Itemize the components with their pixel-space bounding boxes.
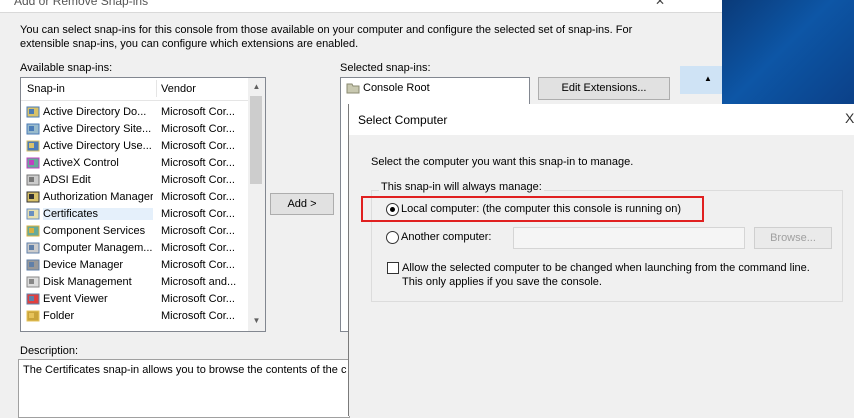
list-item[interactable]: Console Root	[341, 80, 569, 97]
snapin-name: Active Directory Site...	[43, 123, 152, 135]
list-item[interactable]: Active Directory Site... Microsoft Cor...	[21, 121, 249, 138]
disk-management-icon	[26, 276, 40, 288]
list-item[interactable]: ActiveX Control Microsoft Cor...	[21, 155, 249, 172]
list-item[interactable]: Disk Management Microsoft and...	[21, 274, 249, 291]
list-item[interactable]: Computer Managem... Microsoft Cor...	[21, 240, 249, 257]
dialog-title-bar: Select Computer X	[349, 104, 854, 135]
available-snapins-label: Available snap-ins:	[20, 62, 113, 74]
column-separator[interactable]	[156, 80, 157, 97]
list-item[interactable]: ADSI Edit Microsoft Cor...	[21, 172, 249, 189]
scroll-up-icon[interactable]: ▲	[704, 74, 712, 83]
computer-management-icon	[26, 242, 40, 254]
list-item[interactable]: Device Manager Microsoft Cor...	[21, 257, 249, 274]
available-snapins-list[interactable]: Snap-in Vendor Active Directory Do... Mic…	[20, 77, 266, 332]
snapin-name: Device Manager	[43, 259, 124, 271]
list-item[interactable]: Active Directory Do... Microsoft Cor...	[21, 104, 249, 121]
activex-icon	[26, 157, 40, 169]
column-header-vendor[interactable]: Vendor	[161, 83, 196, 95]
description-label: Description:	[20, 345, 79, 357]
another-computer-input[interactable]	[513, 227, 745, 249]
another-computer-label[interactable]: Another computer:	[401, 231, 492, 243]
snapin-name: ActiveX Control	[43, 157, 119, 169]
close-icon[interactable]: X	[845, 110, 854, 126]
window-title: Add or Remove Snap-ins	[14, 0, 149, 8]
allow-change-checkbox[interactable]	[387, 262, 399, 274]
snapin-name: Event Viewer	[43, 293, 108, 305]
snapin-vendor: Microsoft Cor...	[161, 157, 235, 169]
edit-extensions-button[interactable]: Edit Extensions...	[538, 77, 670, 100]
list-item[interactable]: Authorization Manager Microsoft Cor...	[21, 189, 249, 206]
title-bar: Add or Remove Snap-ins ✕	[0, 0, 722, 13]
snapin-vendor: Microsoft Cor...	[161, 208, 235, 220]
folder-icon	[346, 83, 360, 94]
ad-domains-icon	[26, 106, 40, 118]
snapin-vendor: Microsoft Cor...	[161, 191, 235, 203]
snapin-name: Disk Management	[43, 276, 132, 288]
snapin-vendor: Microsoft Cor...	[161, 140, 235, 152]
console-root-label: Console Root	[363, 82, 430, 94]
snapin-vendor: Microsoft Cor...	[161, 293, 235, 305]
highlight-annotation	[361, 196, 704, 222]
certificates-icon	[26, 208, 40, 220]
allow-change-label[interactable]: Allow the selected computer to be change…	[402, 261, 832, 289]
snapin-vendor: Microsoft Cor...	[161, 242, 235, 254]
snapin-vendor: Microsoft Cor...	[161, 123, 235, 135]
close-icon[interactable]: ✕	[655, 0, 671, 10]
adsi-icon	[26, 174, 40, 186]
description-box: The Certificates snap-in allows you to b…	[18, 359, 350, 418]
snapin-vendor: Microsoft Cor...	[161, 106, 235, 118]
snapin-vendor: Microsoft Cor...	[161, 259, 235, 271]
event-viewer-icon	[26, 293, 40, 305]
list-item[interactable]: Active Directory Use... Microsoft Cor...	[21, 138, 249, 155]
column-header-snapin[interactable]: Snap-in	[27, 83, 65, 95]
selected-snapins-label: Selected snap-ins:	[340, 62, 431, 74]
list-item[interactable]: Folder Microsoft Cor...	[21, 308, 249, 325]
dialog-title: Select Computer	[358, 113, 448, 127]
dialog-prompt: Select the computer you want this snap-i…	[371, 156, 634, 168]
group-label: This snap-in will always manage:	[379, 181, 544, 193]
desktop-background	[722, 0, 854, 112]
browse-button[interactable]: Browse...	[754, 227, 832, 249]
snapin-name: Computer Managem...	[43, 242, 153, 254]
snapin-name: Active Directory Do...	[43, 106, 147, 118]
select-computer-dialog: Select Computer X Select the computer yo…	[348, 104, 854, 416]
folder-icon	[26, 310, 40, 322]
ad-sites-icon	[26, 123, 40, 135]
snapin-vendor: Microsoft Cor...	[161, 310, 235, 322]
snapin-vendor: Microsoft Cor...	[161, 174, 235, 186]
side-panel-scroll[interactable]: ▲	[680, 66, 722, 94]
list-item[interactable]: Event Viewer Microsoft Cor...	[21, 291, 249, 308]
authorization-icon	[26, 191, 40, 203]
ad-users-icon	[26, 140, 40, 152]
snapin-vendor: Microsoft and...	[161, 276, 237, 288]
add-button[interactable]: Add >	[270, 193, 334, 215]
snapin-name: Active Directory Use...	[43, 140, 152, 152]
vertical-scrollbar[interactable]: ▲ ▼	[248, 78, 265, 331]
snapin-name: Component Services	[43, 225, 146, 237]
description-text: The Certificates snap-in allows you to b…	[23, 364, 347, 376]
snapin-name: Authorization Manager	[43, 191, 153, 203]
another-computer-radio[interactable]	[386, 231, 399, 244]
snapin-name: Certificates	[43, 208, 153, 220]
list-header: Snap-in Vendor	[21, 78, 249, 101]
snapin-vendor: Microsoft Cor...	[161, 225, 235, 237]
scroll-up-icon[interactable]: ▲	[248, 78, 265, 95]
intro-text: You can select snap-ins for this console…	[20, 24, 633, 50]
scrollbar-thumb[interactable]	[250, 96, 262, 184]
component-services-icon	[26, 225, 40, 237]
snapin-name: Folder	[43, 310, 75, 322]
list-item[interactable]: Component Services Microsoft Cor...	[21, 223, 249, 240]
list-item[interactable]: Certificates Microsoft Cor...	[21, 206, 249, 223]
snapin-name: ADSI Edit	[43, 174, 91, 186]
scroll-down-icon[interactable]: ▼	[248, 312, 265, 329]
device-manager-icon	[26, 259, 40, 271]
